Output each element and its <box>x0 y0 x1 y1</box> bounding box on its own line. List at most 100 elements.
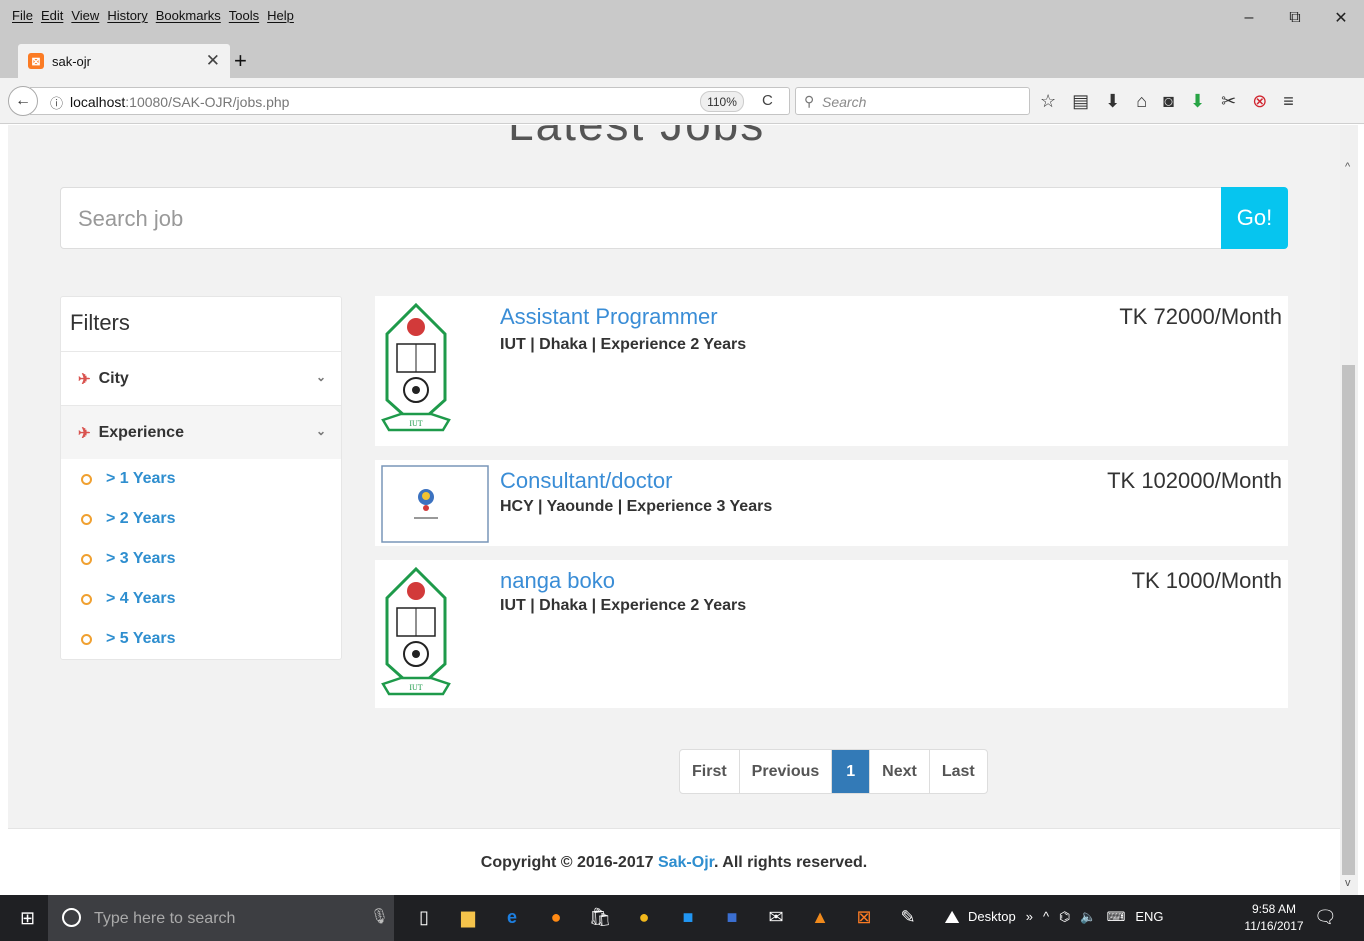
taskbar-apps: ▯ ▆ e ● 🛍 ● ■ ■ ✉ ▲ ⊠ ✎ ⛰ <box>412 903 964 931</box>
keyboard-icon[interactable]: ⌨ <box>1107 909 1126 925</box>
tab-sak-ojr[interactable]: ⊠ sak-ojr ✕ <box>18 44 230 78</box>
download-icon[interactable]: ⬇ <box>1105 91 1120 112</box>
go-button[interactable]: Go! <box>1221 187 1288 249</box>
filter-experience[interactable]: ✈ Experience ⌄ <box>61 405 341 459</box>
page-heading: Latest Jobs <box>508 125 765 151</box>
zoom-level[interactable]: 110% <box>700 91 744 112</box>
language-indicator[interactable]: ENG <box>1135 909 1163 925</box>
page-next[interactable]: Next <box>869 750 929 793</box>
desktop-label[interactable]: Desktop <box>968 909 1016 925</box>
windows-start-icon[interactable]: ⊞ <box>20 908 35 929</box>
menu-history[interactable]: History <box>107 8 147 23</box>
job-card: IUT Assistant Programmer IUT | Dhaka | E… <box>375 296 1288 446</box>
url-path: :10080/SAK-OJR/jobs.php <box>125 94 290 110</box>
menu-edit[interactable]: Edit <box>41 8 63 23</box>
job-search-input[interactable]: Search job <box>60 187 1222 249</box>
right-edge <box>1358 125 1364 895</box>
chrome-icon[interactable]: ● <box>632 903 656 931</box>
exp-option-5[interactable]: > 5 Years <box>81 630 176 648</box>
job-card: IUT nanga boko IUT | Dhaka | Experience … <box>375 560 1288 708</box>
vlc-icon[interactable]: ▲ <box>808 903 832 931</box>
chevron-down-icon: ⌄ <box>315 424 326 438</box>
minimize-button[interactable]: – <box>1226 4 1272 32</box>
page-current[interactable]: 1 <box>831 750 870 793</box>
network-icon[interactable]: ⌬ <box>1059 909 1070 925</box>
browser-search-input[interactable]: ⚲ Search <box>795 87 1030 115</box>
clock[interactable]: 9:58 AM 11/16/2017 <box>1244 901 1304 935</box>
paint-icon[interactable]: ✎ <box>896 903 920 931</box>
microphone-icon[interactable]: 🎙 <box>370 907 389 925</box>
new-tab-button[interactable]: + <box>234 48 247 74</box>
exp-option-4[interactable]: > 4 Years <box>81 590 176 608</box>
adblock-icon[interactable]: ⊗ <box>1252 91 1267 112</box>
scroll-up-icon[interactable]: ^ <box>1345 161 1350 173</box>
reading-list-icon[interactable]: ▤ <box>1072 91 1089 112</box>
tab-title: sak-ojr <box>52 53 92 69</box>
tab-close-icon[interactable]: ✕ <box>206 51 220 71</box>
search-icon: ⚲ <box>804 93 815 109</box>
job-meta: IUT | Dhaka | Experience 2 Years <box>500 336 747 353</box>
page-first[interactable]: First <box>680 750 739 793</box>
xampp-icon[interactable]: ⊠ <box>852 903 876 931</box>
footer: Copyright © 2016-2017 Sak-Ojr. All right… <box>8 828 1340 895</box>
exp-option-1[interactable]: > 1 Years <box>81 470 176 488</box>
clock-date: 11/16/2017 <box>1244 919 1304 933</box>
exp-option-label: > 1 Years <box>106 470 176 487</box>
exp-option-3[interactable]: > 3 Years <box>81 550 176 568</box>
back-button[interactable]: ← <box>8 86 38 116</box>
radio-icon <box>81 633 92 645</box>
store-icon[interactable]: 🛍 <box>588 903 612 931</box>
bookmark-star-icon[interactable]: ☆ <box>1040 91 1056 112</box>
menu-bookmarks[interactable]: Bookmarks <box>156 8 221 23</box>
restore-button[interactable]: ⧉ <box>1272 4 1318 32</box>
notifications-icon[interactable]: 🗨 <box>1314 907 1337 928</box>
messenger-icon[interactable]: ■ <box>676 903 700 931</box>
photos-icon[interactable]: ⛰ <box>940 903 964 931</box>
chevron-up-icon[interactable]: ^ <box>1043 909 1049 925</box>
pocket-icon[interactable]: ◙ <box>1163 91 1174 112</box>
copyright-text: Copyright © 2016-2017 Sak-Ojr. All right… <box>8 854 1340 872</box>
taskbar-search-input[interactable]: Type here to search 🎙 <box>48 895 394 941</box>
page-last[interactable]: Last <box>928 750 987 793</box>
edge-icon[interactable]: e <box>500 903 524 931</box>
scroll-thumb[interactable] <box>1342 365 1355 875</box>
tab-strip: ⊠ sak-ojr ✕ + <box>0 36 1364 78</box>
menu-file[interactable]: File <box>12 8 33 23</box>
volume-icon[interactable]: 🔈 <box>1080 909 1096 925</box>
radio-icon <box>81 553 92 565</box>
file-explorer-icon[interactable]: ▆ <box>456 903 480 931</box>
url-bar[interactable]: ⓘ localhost:10080/SAK-OJR/jobs.php 110% … <box>30 87 790 115</box>
reload-icon[interactable]: C <box>762 92 773 109</box>
brand-link[interactable]: Sak-Ojr <box>658 854 714 871</box>
screenshot-icon[interactable]: ✂ <box>1221 91 1236 112</box>
info-icon[interactable]: ⓘ <box>50 93 63 112</box>
tray-overflow-icon[interactable]: » <box>1026 909 1033 925</box>
menu-items: File Edit View History Bookmarks Tools H… <box>12 8 294 23</box>
page-previous[interactable]: Previous <box>738 750 832 793</box>
exp-option-2[interactable]: > 2 Years <box>81 510 176 528</box>
job-title-link[interactable]: Assistant Programmer <box>500 304 718 330</box>
home-icon[interactable]: ⌂ <box>1136 91 1147 112</box>
filter-city-label: City <box>98 369 129 387</box>
page-scrollbar[interactable]: ^ v <box>1340 125 1358 895</box>
close-window-button[interactable]: ✕ <box>1318 4 1364 32</box>
hamburger-menu-icon[interactable]: ≡ <box>1283 91 1294 112</box>
firefox-icon[interactable]: ● <box>544 903 568 931</box>
filter-city[interactable]: ✈ City ⌄ <box>61 351 341 405</box>
app-icon[interactable]: ■ <box>720 903 744 931</box>
menu-view[interactable]: View <box>71 8 99 23</box>
menu-tools[interactable]: Tools <box>229 8 259 23</box>
copyright-suffix: . All rights reserved. <box>713 854 868 871</box>
browser-menubar: File Edit View History Bookmarks Tools H… <box>0 0 1364 36</box>
addon-download-icon[interactable]: ⬇ <box>1190 91 1205 112</box>
exp-option-label: > 2 Years <box>106 510 176 527</box>
scroll-down-icon[interactable]: v <box>1345 877 1351 889</box>
mail-icon[interactable]: ✉ <box>764 903 788 931</box>
job-title-link[interactable]: Consultant/doctor <box>500 468 672 494</box>
filters-panel: Filters ✈ City ⌄ ✈ Experience ⌄ > 1 Year… <box>60 296 342 660</box>
task-view-icon[interactable]: ▯ <box>412 903 436 931</box>
taskbar: ⊞ Type here to search 🎙 ▯ ▆ e ● 🛍 ● ■ ■ … <box>0 895 1364 941</box>
job-search: Search job Go! <box>60 187 1288 249</box>
job-title-link[interactable]: nanga boko <box>500 568 615 594</box>
menu-help[interactable]: Help <box>267 8 294 23</box>
